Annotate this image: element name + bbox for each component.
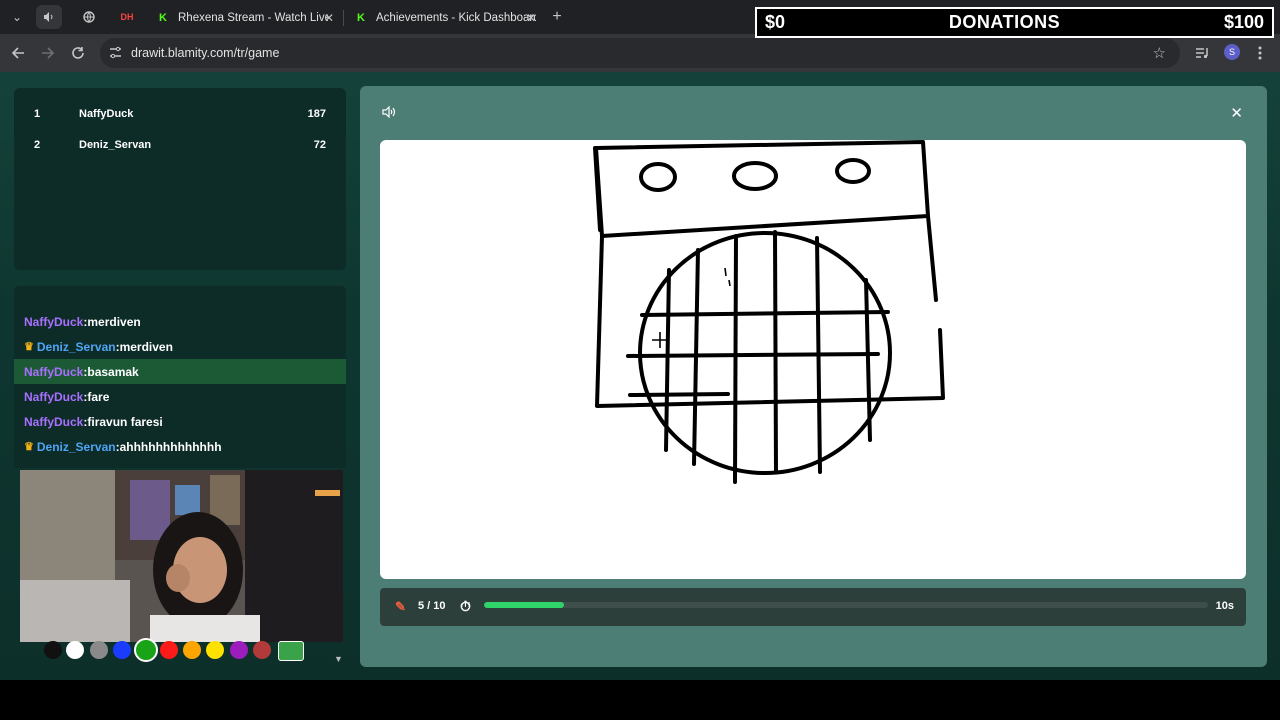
kick-icon: K xyxy=(357,12,365,24)
chat-message: NaffyDuck: merdiven xyxy=(24,314,141,329)
chat-message: NaffyDuck: fare xyxy=(24,389,110,404)
chat-message: ♛ Deniz_Servan: ahhhhhhhhhhhhh xyxy=(24,439,222,454)
menu-kebab-icon[interactable] xyxy=(1250,43,1270,63)
color-palette xyxy=(40,637,340,662)
crown-icon: ♛ xyxy=(24,441,34,453)
color-swatch-pattern[interactable] xyxy=(278,641,304,661)
profile-avatar[interactable]: S xyxy=(1224,44,1240,60)
browser-window: ⌄ DH K Rhexena Stream - Watch Live o ✕ K… xyxy=(0,0,1280,680)
color-swatch-purple[interactable] xyxy=(230,641,248,659)
tab-rhexena-stream[interactable]: K Rhexena Stream - Watch Live o ✕ xyxy=(146,4,342,32)
color-swatch-green-selected[interactable] xyxy=(134,638,158,662)
crown-icon: ♛ xyxy=(24,341,34,353)
pencil-icon: ✎ xyxy=(395,599,406,614)
omnibox[interactable]: drawit.blamity.com/tr/game ☆ xyxy=(100,38,1180,68)
close-icon[interactable]: ✕ xyxy=(1230,104,1243,122)
close-icon[interactable]: ✕ xyxy=(526,11,536,25)
time-remaining: 10s xyxy=(1215,600,1234,612)
leaderboard-row: 1 NaffyDuck 187 xyxy=(34,108,326,120)
bookmark-star-icon[interactable]: ☆ xyxy=(1153,44,1166,62)
media-control-icon[interactable] xyxy=(1192,43,1212,63)
address-toolbar: drawit.blamity.com/tr/game ☆ xyxy=(0,34,1280,72)
scroll-down-icon[interactable]: ▼ xyxy=(334,654,343,664)
reload-icon[interactable] xyxy=(68,43,88,63)
time-progress-bar xyxy=(484,602,1208,608)
close-icon[interactable]: ✕ xyxy=(324,11,334,25)
kick-icon: K xyxy=(159,12,167,24)
time-progress-fill xyxy=(484,602,564,608)
donations-overlay: $0 DONATIONS $100 xyxy=(755,7,1274,38)
color-swatch-gray[interactable] xyxy=(90,641,108,659)
drawit-page: 1 NaffyDuck 187 2 Deniz_Servan 72 NaffyD… xyxy=(0,72,1280,680)
url-text[interactable]: drawit.blamity.com/tr/game xyxy=(131,46,279,60)
chat-message: NaffyDuck: firavun faresi xyxy=(24,414,163,429)
drawing-canvas[interactable] xyxy=(380,140,1246,579)
pinned-tab-icon[interactable]: DH xyxy=(114,5,140,29)
color-swatch-white[interactable] xyxy=(66,641,84,659)
leaderboard-panel: 1 NaffyDuck 187 2 Deniz_Servan 72 xyxy=(14,88,346,270)
leaderboard-row: 2 Deniz_Servan 72 xyxy=(34,139,326,151)
color-swatch-red[interactable] xyxy=(160,641,178,659)
chat-message: ♛ Deniz_Servan: merdiven xyxy=(24,339,173,354)
color-swatch-blue[interactable] xyxy=(113,641,131,659)
round-counter: 5 / 10 xyxy=(418,600,446,612)
tab-search-icon[interactable]: ⌄ xyxy=(4,5,30,29)
color-swatch-yellow[interactable] xyxy=(206,641,224,659)
game-panel: ✕ ✎ 5 / 10 ⏱ 10s xyxy=(360,86,1267,667)
drawing-strokes xyxy=(593,140,945,484)
back-arrow-icon[interactable] xyxy=(8,43,28,63)
site-settings-icon[interactable] xyxy=(109,46,123,60)
color-swatch-orange[interactable] xyxy=(183,641,201,659)
webcam-overlay xyxy=(20,470,343,642)
forward-arrow-icon[interactable] xyxy=(38,43,58,63)
tab-achievements[interactable]: K Achievements - Kick Dashboard ✕ xyxy=(344,4,544,32)
game-status-bar: ✎ 5 / 10 ⏱ 10s xyxy=(380,588,1246,626)
new-tab-button[interactable]: + xyxy=(544,5,570,29)
color-swatch-maroon[interactable] xyxy=(253,641,271,659)
chat-message-highlighted: NaffyDuck: basamak xyxy=(14,359,346,384)
donations-current: $0 xyxy=(765,12,786,32)
chat-panel: NaffyDuck: merdiven ♛ Deniz_Servan: merdiv… xyxy=(14,286,346,468)
globe-tab-icon[interactable] xyxy=(76,5,102,29)
donations-title: DONATIONS xyxy=(948,12,1061,32)
color-swatch-black[interactable] xyxy=(44,641,62,659)
sound-toggle-icon[interactable] xyxy=(382,105,396,121)
audio-tab-icon[interactable] xyxy=(36,5,62,29)
timer-icon: ⏱ xyxy=(460,598,471,614)
donations-goal: $100 xyxy=(1223,12,1264,32)
